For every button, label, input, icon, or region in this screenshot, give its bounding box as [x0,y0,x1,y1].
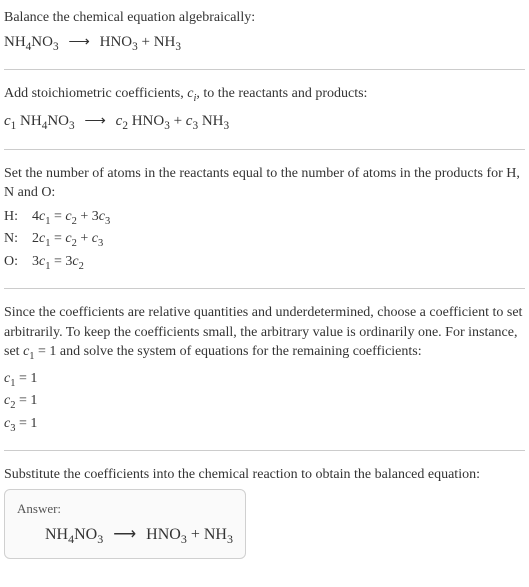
section-coefficients: Add stoichiometric coefficients, ci, to … [4,84,525,134]
section-answer: Substitute the coefficients into the che… [4,465,525,559]
answer-box: Answer: NH4NO3 ⟶ HNO3 + NH3 [4,489,246,559]
answer-intro: Substitute the coefficients into the che… [4,465,525,485]
answer-label: Answer: [17,500,233,518]
coeff-c2: c2 = 1 [4,391,525,413]
atoms-intro: Set the number of atoms in the reactants… [4,164,525,203]
reaction-arrow: ⟶ [84,113,106,129]
species-hno3: HNO3 [146,526,187,543]
coeff-c1: c1 = 1 [4,369,525,391]
section-solve: Since the coefficients are relative quan… [4,303,525,436]
atom-equations: H: 4c1 = c2 + 3c3 N: 2c1 = c2 + c3 O: 3c… [4,207,525,274]
species-nh3: NH3 [154,34,181,50]
reaction-arrow: ⟶ [113,526,136,543]
atom-row-o: O: 3c1 = 3c2 [4,252,525,274]
divider [4,288,525,289]
problem-equation: NH4NO3 ⟶ HNO3 + NH3 [4,32,525,56]
section-atoms: Set the number of atoms in the reactants… [4,164,525,275]
reaction-arrow: ⟶ [68,34,90,50]
problem-intro: Balance the chemical equation algebraica… [4,8,525,28]
divider [4,69,525,70]
coefficients-equation: c1 NH4NO3 ⟶ c2 HNO3 + c3 NH3 [4,111,525,135]
solve-intro: Since the coefficients are relative quan… [4,303,525,365]
species-hno3: HNO3 [100,34,138,50]
species-nh4no3: NH4NO3 [4,34,59,50]
section-problem: Balance the chemical equation algebraica… [4,8,525,55]
divider [4,450,525,451]
divider [4,149,525,150]
atom-row-h: H: 4c1 = c2 + 3c3 [4,207,525,229]
coefficients-intro: Add stoichiometric coefficients, ci, to … [4,84,525,106]
species-nh4no3: NH4NO3 [45,526,103,543]
coefficient-values: c1 = 1 c2 = 1 c3 = 1 [4,369,525,436]
species-nh3: NH3 [204,526,233,543]
coeff-c3: c3 = 1 [4,414,525,436]
atom-row-n: N: 2c1 = c2 + c3 [4,229,525,251]
answer-equation: NH4NO3 ⟶ HNO3 + NH3 [45,524,233,548]
